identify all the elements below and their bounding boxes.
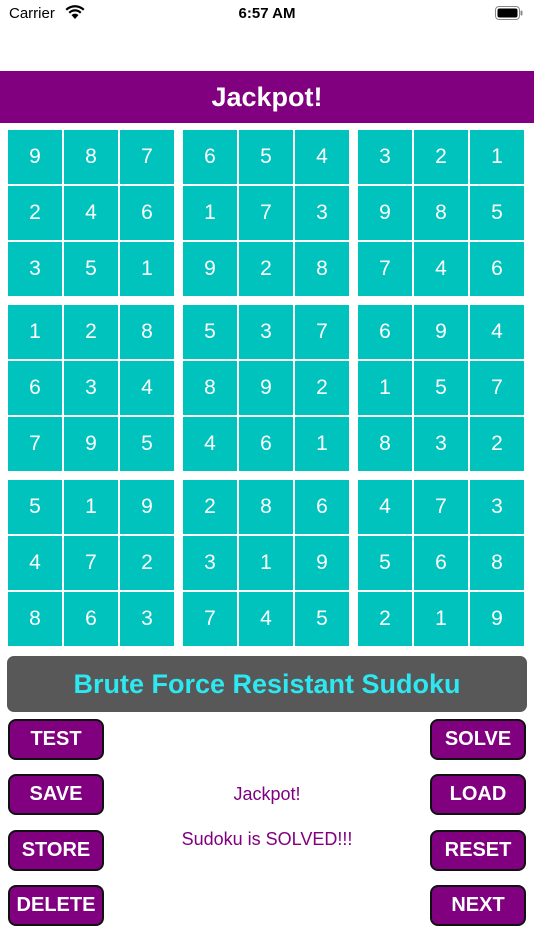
sudoku-cell[interactable]: 1 — [358, 361, 412, 415]
sudoku-cell[interactable]: 3 — [183, 536, 237, 590]
sudoku-cell[interactable]: 5 — [64, 242, 118, 296]
sudoku-cell[interactable]: 6 — [295, 480, 349, 534]
sudoku-cell[interactable]: 8 — [414, 186, 468, 240]
sudoku-cell[interactable]: 4 — [8, 536, 62, 590]
sudoku-cell[interactable]: 9 — [64, 417, 118, 471]
sudoku-cell[interactable]: 8 — [8, 592, 62, 646]
sudoku-cell[interactable]: 1 — [120, 242, 174, 296]
sudoku-cell[interactable]: 8 — [183, 361, 237, 415]
sudoku-cell[interactable]: 7 — [470, 361, 524, 415]
sudoku-cell[interactable]: 1 — [239, 536, 293, 590]
sudoku-cell[interactable]: 7 — [8, 417, 62, 471]
sudoku-cell[interactable]: 6 — [414, 536, 468, 590]
sudoku-cell[interactable]: 3 — [414, 417, 468, 471]
sudoku-cell[interactable]: 9 — [295, 536, 349, 590]
solved-message: Sudoku is SOLVED!!! — [181, 829, 353, 849]
next-button[interactable]: NEXT — [430, 885, 526, 926]
sudoku-cell[interactable]: 5 — [414, 361, 468, 415]
sudoku-cell[interactable]: 8 — [239, 480, 293, 534]
sudoku-cell[interactable]: 4 — [239, 592, 293, 646]
sudoku-cell[interactable]: 3 — [64, 361, 118, 415]
sudoku-cell[interactable]: 2 — [470, 417, 524, 471]
sudoku-cell[interactable]: 1 — [414, 592, 468, 646]
load-button[interactable]: LOAD — [430, 774, 526, 815]
sudoku-cell[interactable]: 6 — [8, 361, 62, 415]
sudoku-cell[interactable]: 4 — [358, 480, 412, 534]
sudoku-cell[interactable]: 5 — [183, 305, 237, 359]
sudoku-cell[interactable]: 5 — [470, 186, 524, 240]
sudoku-cell[interactable]: 3 — [295, 186, 349, 240]
sudoku-cell[interactable]: 5 — [295, 592, 349, 646]
sudoku-cell[interactable]: 2 — [120, 536, 174, 590]
sudoku-cell[interactable]: 5 — [239, 130, 293, 184]
sudoku-cell[interactable]: 8 — [358, 417, 412, 471]
sudoku-cell[interactable]: 1 — [8, 305, 62, 359]
sudoku-cell[interactable]: 9 — [414, 305, 468, 359]
sudoku-grid: 9876543212461739853519287461285376946348… — [0, 0, 534, 650]
sudoku-cell[interactable]: 9 — [183, 242, 237, 296]
sudoku-cell[interactable]: 5 — [358, 536, 412, 590]
test-button[interactable]: TEST — [8, 719, 104, 760]
sudoku-cell[interactable]: 4 — [295, 130, 349, 184]
status-message: Jackpot! — [233, 784, 301, 804]
sudoku-cell[interactable]: 9 — [470, 592, 524, 646]
sudoku-cell[interactable]: 6 — [64, 592, 118, 646]
sudoku-cell[interactable]: 2 — [414, 130, 468, 184]
sudoku-cell[interactable]: 7 — [295, 305, 349, 359]
sudoku-cell[interactable]: 1 — [183, 186, 237, 240]
sudoku-cell[interactable]: 4 — [64, 186, 118, 240]
sudoku-cell[interactable]: 6 — [358, 305, 412, 359]
sudoku-cell[interactable]: 3 — [8, 242, 62, 296]
sudoku-cell[interactable]: 9 — [239, 361, 293, 415]
sudoku-cell[interactable]: 8 — [120, 305, 174, 359]
sudoku-cell[interactable]: 7 — [64, 536, 118, 590]
sudoku-cell[interactable]: 9 — [120, 480, 174, 534]
delete-button[interactable]: DELETE — [8, 885, 104, 926]
sudoku-cell[interactable]: 9 — [8, 130, 62, 184]
sudoku-cell[interactable]: 2 — [358, 592, 412, 646]
solve-button[interactable]: SOLVE — [430, 719, 526, 760]
sudoku-cell[interactable]: 2 — [183, 480, 237, 534]
sudoku-cell[interactable]: 6 — [239, 417, 293, 471]
reset-button[interactable]: RESET — [430, 830, 526, 871]
sudoku-cell[interactable]: 3 — [120, 592, 174, 646]
save-button[interactable]: SAVE — [8, 774, 104, 815]
sudoku-cell[interactable]: 3 — [358, 130, 412, 184]
sudoku-cell[interactable]: 7 — [183, 592, 237, 646]
sudoku-cell[interactable]: 4 — [470, 305, 524, 359]
sudoku-cell[interactable]: 1 — [64, 480, 118, 534]
sudoku-cell[interactable]: 6 — [120, 186, 174, 240]
sudoku-cell[interactable]: 5 — [8, 480, 62, 534]
sudoku-cell[interactable]: 7 — [120, 130, 174, 184]
sudoku-cell[interactable]: 1 — [295, 417, 349, 471]
sudoku-cell[interactable]: 4 — [183, 417, 237, 471]
sudoku-cell[interactable]: 7 — [239, 186, 293, 240]
sudoku-cell[interactable]: 7 — [358, 242, 412, 296]
sudoku-cell[interactable]: 8 — [295, 242, 349, 296]
sudoku-cell[interactable]: 8 — [470, 536, 524, 590]
sudoku-cell[interactable]: 2 — [8, 186, 62, 240]
sudoku-cell[interactable]: 4 — [120, 361, 174, 415]
sudoku-cell[interactable]: 5 — [120, 417, 174, 471]
sudoku-cell[interactable]: 1 — [470, 130, 524, 184]
sudoku-cell[interactable]: 3 — [239, 305, 293, 359]
app-banner: Brute Force Resistant Sudoku — [7, 656, 527, 712]
sudoku-cell[interactable]: 2 — [295, 361, 349, 415]
store-button[interactable]: STORE — [8, 830, 104, 871]
sudoku-cell[interactable]: 6 — [470, 242, 524, 296]
sudoku-cell[interactable]: 9 — [358, 186, 412, 240]
sudoku-cell[interactable]: 2 — [239, 242, 293, 296]
sudoku-cell[interactable]: 8 — [64, 130, 118, 184]
sudoku-cell[interactable]: 7 — [414, 480, 468, 534]
sudoku-cell[interactable]: 2 — [64, 305, 118, 359]
sudoku-cell[interactable]: 4 — [414, 242, 468, 296]
sudoku-cell[interactable]: 3 — [470, 480, 524, 534]
sudoku-cell[interactable]: 6 — [183, 130, 237, 184]
